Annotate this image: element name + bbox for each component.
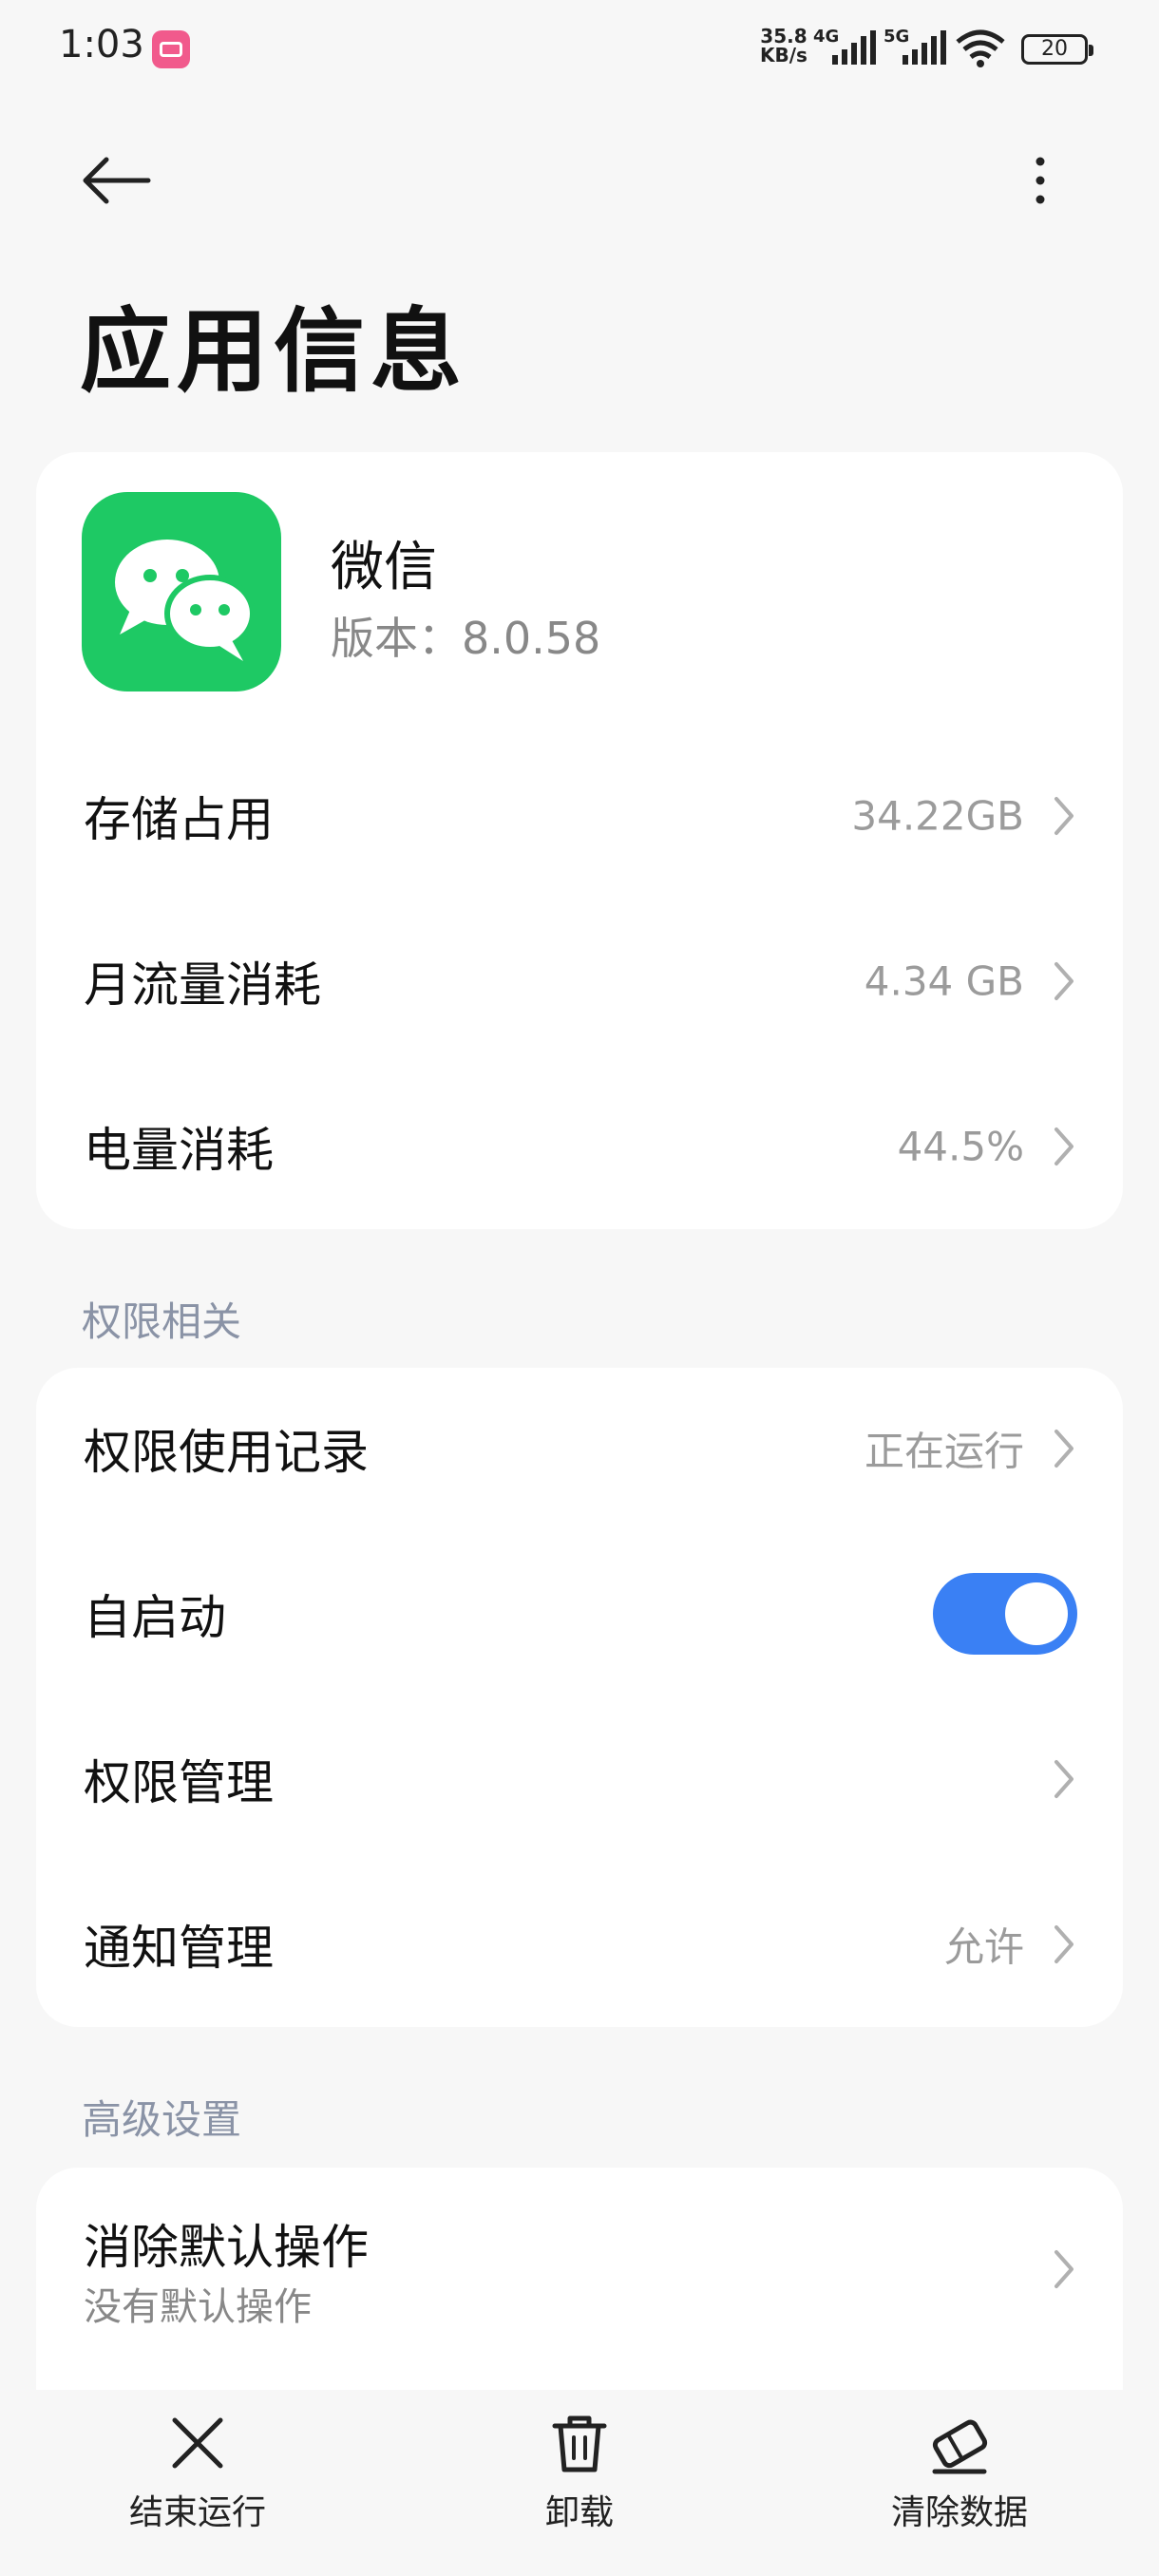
row-label: 权限管理 <box>84 1755 274 1810</box>
chevron-right-icon <box>1054 797 1074 835</box>
row-label: 存储占用 <box>84 792 274 847</box>
action-label: 清除数据 <box>890 2493 1028 2532</box>
data-usage-row[interactable]: 月流量消耗 4.34 GB <box>36 900 1123 1062</box>
signal-icon <box>832 30 876 65</box>
force-stop-button[interactable]: 结束运行 <box>84 2409 312 2534</box>
network-speed: 35.8 KB/s <box>760 27 808 65</box>
storage-row[interactable]: 存储占用 34.22GB <box>36 735 1123 897</box>
chevron-right-icon <box>1054 1760 1074 1798</box>
back-arrow-icon[interactable] <box>78 152 154 209</box>
eraser-icon <box>932 2419 988 2474</box>
network-speed-value: 35.8 <box>760 25 808 47</box>
row-label: 自启动 <box>84 1590 226 1645</box>
close-icon <box>172 2417 223 2469</box>
permission-management-row[interactable]: 权限管理 <box>36 1698 1123 1860</box>
uninstall-button[interactable]: 卸载 <box>466 2409 694 2534</box>
bottom-action-bar: 结束运行 卸载 清除数据 <box>0 2390 1159 2576</box>
app-name: 微信 <box>331 537 437 598</box>
app-info-card: 微信 版本：8.0.58 存储占用 34.22GB 月流量消耗 4.34 GB … <box>36 452 1123 1229</box>
row-value: 44.5% <box>897 1123 1024 1170</box>
row-label: 通知管理 <box>84 1921 274 1976</box>
toggle-knob <box>1005 1582 1068 1645</box>
battery-indicator: 20 <box>1021 34 1093 65</box>
battery-usage-row[interactable]: 电量消耗 44.5% <box>36 1066 1123 1227</box>
app-version: 版本：8.0.58 <box>331 613 601 664</box>
section-title-permissions: 权限相关 <box>82 1298 242 1345</box>
chevron-right-icon <box>1054 1127 1074 1165</box>
row-value: 允许 <box>943 1923 1024 1971</box>
row-value: 4.34 GB <box>864 957 1024 1005</box>
network-speed-unit: KB/s <box>760 44 808 66</box>
row-subtext: 没有默认操作 <box>84 2285 312 2329</box>
row-label: 电量消耗 <box>84 1123 274 1178</box>
more-options-icon[interactable] <box>1026 152 1054 209</box>
section-title-advanced: 高级设置 <box>82 2096 242 2143</box>
clear-data-button[interactable]: 清除数据 <box>846 2409 1074 2534</box>
notification-management-row[interactable]: 通知管理 允许 <box>36 1864 1123 2025</box>
page-title: 应用信息 <box>80 298 467 405</box>
clear-defaults-row[interactable]: 消除默认操作 没有默认操作 <box>36 2168 1123 2371</box>
trash-icon <box>552 2415 607 2472</box>
wechat-icon <box>82 492 281 691</box>
autostart-toggle[interactable] <box>933 1573 1077 1655</box>
signal-icon-2 <box>902 30 946 65</box>
status-bar: 1:03 35.8 KB/s 4G 5G 20 <box>0 0 1159 95</box>
row-label: 权限使用记录 <box>84 1425 369 1480</box>
chevron-right-icon <box>1054 2250 1074 2288</box>
row-label: 消除默认操作 <box>84 2220 369 2275</box>
action-label: 结束运行 <box>128 2493 266 2532</box>
row-value: 正在运行 <box>864 1428 1024 1475</box>
row-value: 34.22GB <box>851 792 1024 840</box>
action-label: 卸载 <box>544 2493 614 2532</box>
permission-history-row[interactable]: 权限使用记录 正在运行 <box>36 1368 1123 1529</box>
notification-app-icon <box>152 30 190 68</box>
chevron-right-icon <box>1054 1430 1074 1468</box>
status-time: 1:03 <box>59 23 144 66</box>
chevron-right-icon <box>1054 1925 1074 1963</box>
autostart-row: 自启动 <box>36 1533 1123 1695</box>
chevron-right-icon <box>1054 962 1074 1000</box>
permissions-card: 权限使用记录 正在运行 自启动 权限管理 通知管理 允许 <box>36 1368 1123 2027</box>
wifi-icon <box>956 29 1005 67</box>
row-label: 月流量消耗 <box>84 957 321 1013</box>
